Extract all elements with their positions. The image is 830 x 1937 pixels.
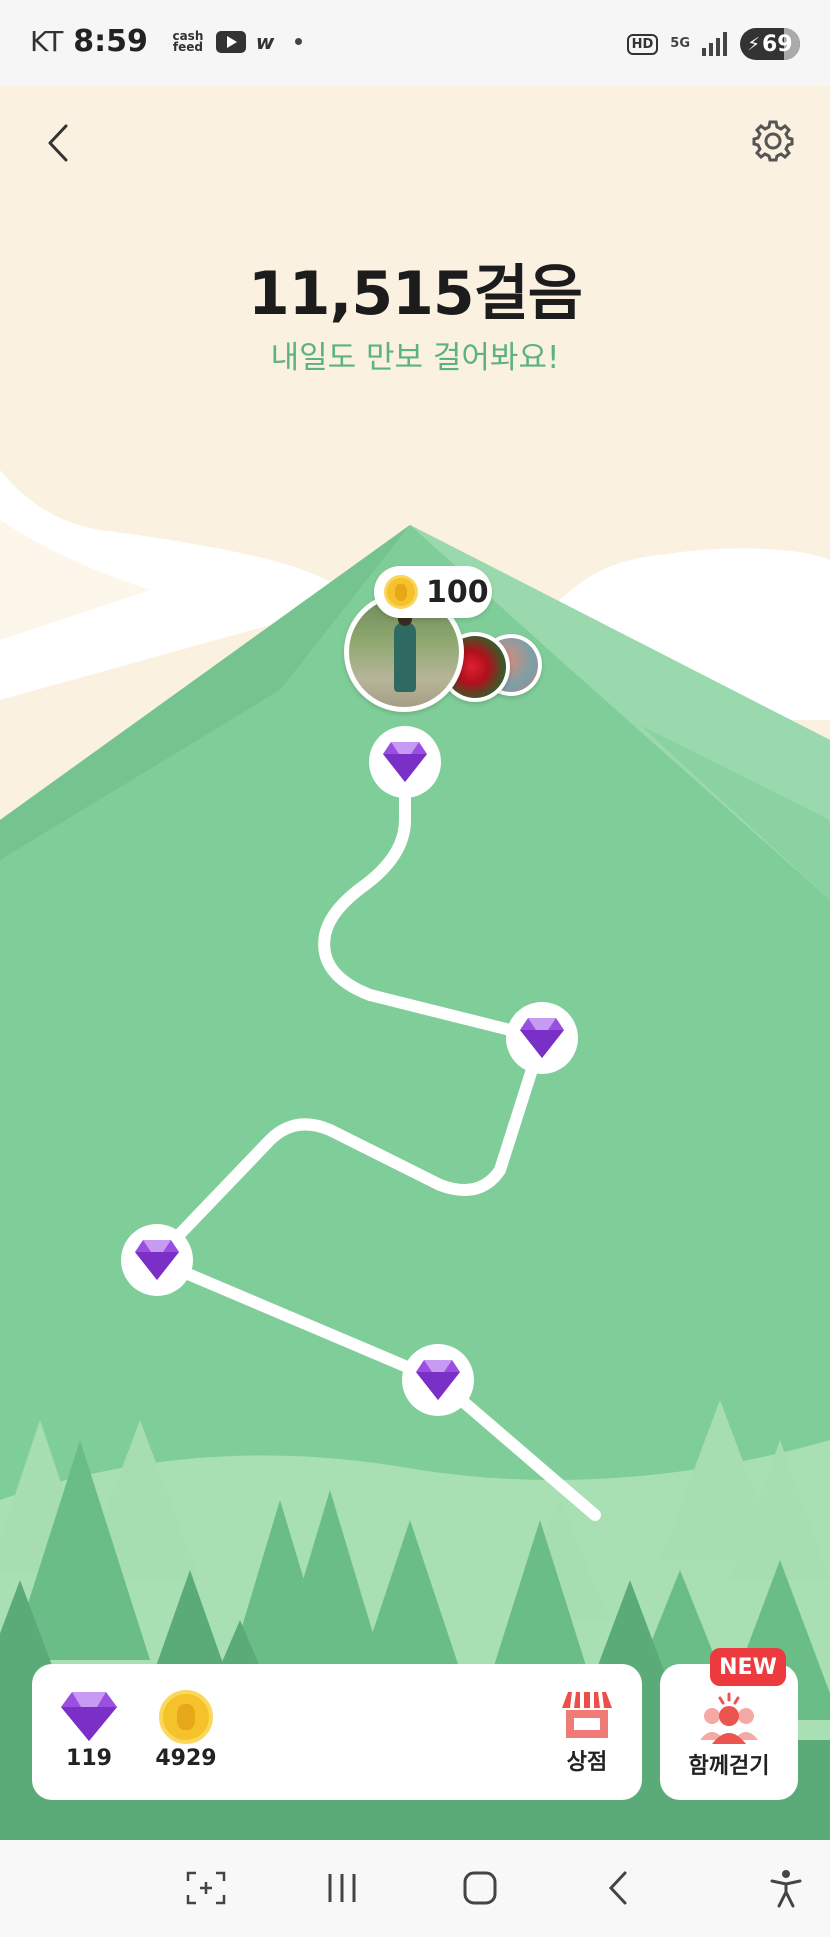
nav-back-button[interactable] bbox=[588, 1860, 648, 1916]
summit-coin-badge: 100 bbox=[374, 566, 492, 618]
gem-marker bbox=[506, 1002, 578, 1074]
summit-coin-amount: 100 bbox=[426, 574, 489, 610]
walk-together-label: 함께걷기 bbox=[688, 1754, 770, 1779]
step-count: 11,515걸음 bbox=[248, 259, 583, 329]
shop-button[interactable]: 상점 bbox=[555, 1690, 619, 1776]
back-button[interactable] bbox=[40, 118, 80, 168]
subtitle: 내일도 만보 걸어봐요! bbox=[270, 340, 560, 376]
home-button[interactable] bbox=[450, 1860, 510, 1916]
shop-label: 상점 bbox=[566, 1750, 608, 1775]
gem-marker bbox=[121, 1224, 193, 1296]
back-arrow-icon bbox=[608, 1871, 627, 1905]
battery-level: 69 bbox=[762, 31, 793, 57]
settings-button[interactable] bbox=[750, 118, 796, 164]
gems-count: 119 bbox=[66, 1746, 112, 1771]
coin-icon bbox=[159, 1690, 213, 1744]
coin-icon bbox=[384, 575, 418, 609]
shop-icon bbox=[562, 1691, 612, 1738]
gem-icon bbox=[61, 1692, 117, 1741]
recent-apps-button[interactable] bbox=[312, 1860, 372, 1916]
accessibility-icon bbox=[770, 1870, 802, 1908]
coins-count: 4929 bbox=[155, 1746, 217, 1771]
capture-icon bbox=[186, 1871, 226, 1905]
home-icon bbox=[463, 1871, 497, 1905]
gem-marker bbox=[402, 1344, 474, 1416]
coins-counter[interactable]: 4929 bbox=[150, 1690, 222, 1771]
recent-apps-icon bbox=[328, 1874, 356, 1902]
system-nav-bar bbox=[0, 1840, 830, 1937]
new-badge: NEW bbox=[710, 1648, 786, 1686]
group-walk-icon bbox=[700, 1692, 758, 1744]
wallet-panel bbox=[32, 1664, 642, 1800]
gear-icon bbox=[752, 120, 794, 162]
accessibility-button[interactable] bbox=[756, 1860, 816, 1916]
screenshot-button[interactable] bbox=[176, 1860, 236, 1916]
gem-marker bbox=[369, 726, 441, 798]
back-arrow-icon bbox=[48, 124, 68, 162]
gems-counter[interactable]: 119 bbox=[56, 1690, 122, 1771]
